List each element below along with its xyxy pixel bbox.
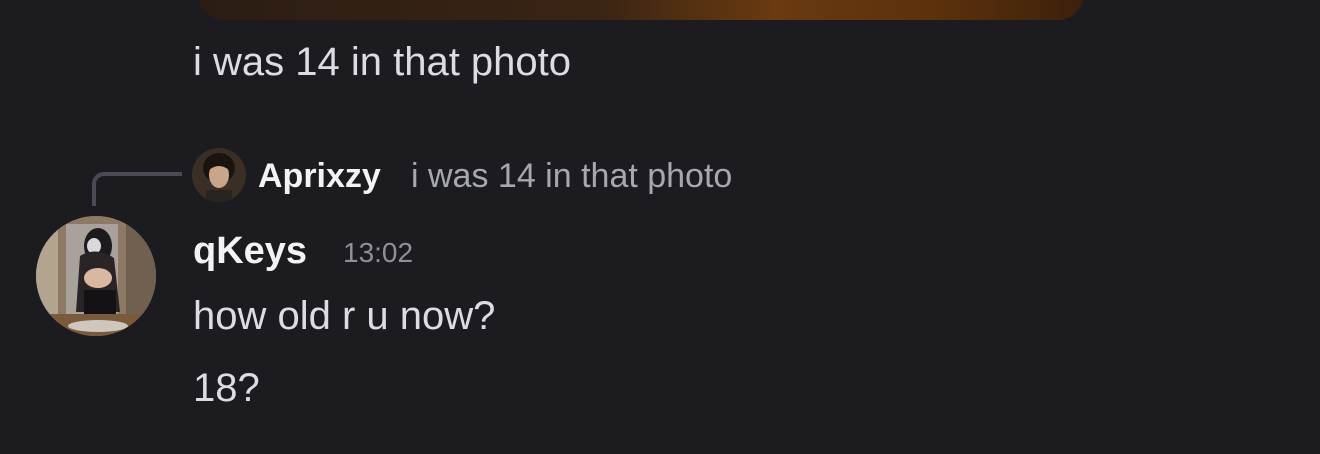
message-text-line: 18? bbox=[193, 366, 260, 410]
reply-preview-text[interactable]: i was 14 in that photo bbox=[411, 152, 732, 200]
reply-author-avatar[interactable] bbox=[192, 148, 246, 202]
previous-message-text: i was 14 in that photo bbox=[193, 40, 572, 84]
image-attachment[interactable] bbox=[198, 0, 1084, 20]
reply-author-name[interactable]: Aprixzy bbox=[258, 152, 381, 200]
message-author-name[interactable]: qKeys bbox=[193, 224, 307, 278]
message-text-line: how old r u now? bbox=[193, 294, 496, 338]
author-avatar[interactable] bbox=[36, 216, 156, 336]
reply-connector-line bbox=[92, 172, 182, 206]
message-timestamp: 13:02 bbox=[343, 237, 414, 268]
